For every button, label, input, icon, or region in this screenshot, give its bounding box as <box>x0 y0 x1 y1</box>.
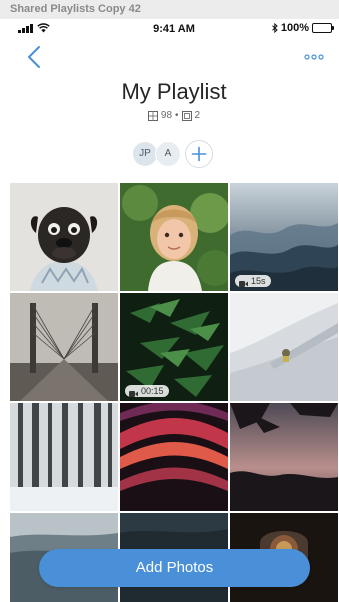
video-count: 2 <box>194 110 201 121</box>
pug-image <box>10 183 118 291</box>
chevron-left-icon <box>28 46 40 68</box>
add-photos-button[interactable]: Add Photos <box>39 549 310 587</box>
photo-tile-building[interactable] <box>230 293 338 401</box>
bridge-image <box>10 293 118 401</box>
lights-image <box>120 403 228 511</box>
photo-tile-bridge[interactable] <box>10 293 118 401</box>
status-right: 100% <box>272 22 334 34</box>
video-duration-badge: 00:15 <box>125 385 169 397</box>
dusk-image <box>230 403 338 511</box>
photo-tile-girl[interactable] <box>120 183 228 291</box>
photo-icon <box>147 110 158 121</box>
avatar[interactable]: A <box>155 141 181 167</box>
photo-count: 98 <box>160 110 173 121</box>
playlist-meta: 98 • 2 <box>10 110 338 121</box>
video-duration: 15s <box>251 276 266 286</box>
photo-tile-lights[interactable] <box>120 403 228 511</box>
ellipsis-icon <box>304 54 324 60</box>
more-button[interactable] <box>304 50 324 62</box>
artboard-label: Shared Playlists Copy 42 <box>0 0 339 19</box>
status-bar: 9:41 AM 100% <box>10 19 338 39</box>
members-row: JP A <box>132 140 213 168</box>
plus-icon <box>191 146 207 162</box>
page-title: My Playlist <box>121 79 227 104</box>
photo-tile-dusk[interactable] <box>230 403 338 511</box>
add-member-button[interactable] <box>185 140 213 168</box>
battery-icon <box>312 23 334 33</box>
video-tile-ferns[interactable]: 00:15 <box>120 293 228 401</box>
video-camera-icon <box>239 278 248 287</box>
video-duration: 00:15 <box>141 386 164 396</box>
building-image <box>230 293 338 401</box>
meta-separator: • <box>175 110 179 121</box>
bluetooth-icon <box>272 23 278 33</box>
forest-image <box>10 403 118 511</box>
photo-tile-pug[interactable] <box>10 183 118 291</box>
video-tile-waves[interactable]: 15s <box>230 183 338 291</box>
battery-percent: 100% <box>280 22 309 34</box>
video-camera-icon <box>129 388 138 397</box>
photo-tile-forest[interactable] <box>10 403 118 511</box>
girl-image <box>120 183 228 291</box>
video-duration-badge: 15s <box>235 275 271 287</box>
video-icon <box>181 110 192 121</box>
phone-screen: 9:41 AM 100% My Playlist 98 • 2 JP A 15s… <box>10 19 338 602</box>
back-button[interactable] <box>24 44 46 70</box>
